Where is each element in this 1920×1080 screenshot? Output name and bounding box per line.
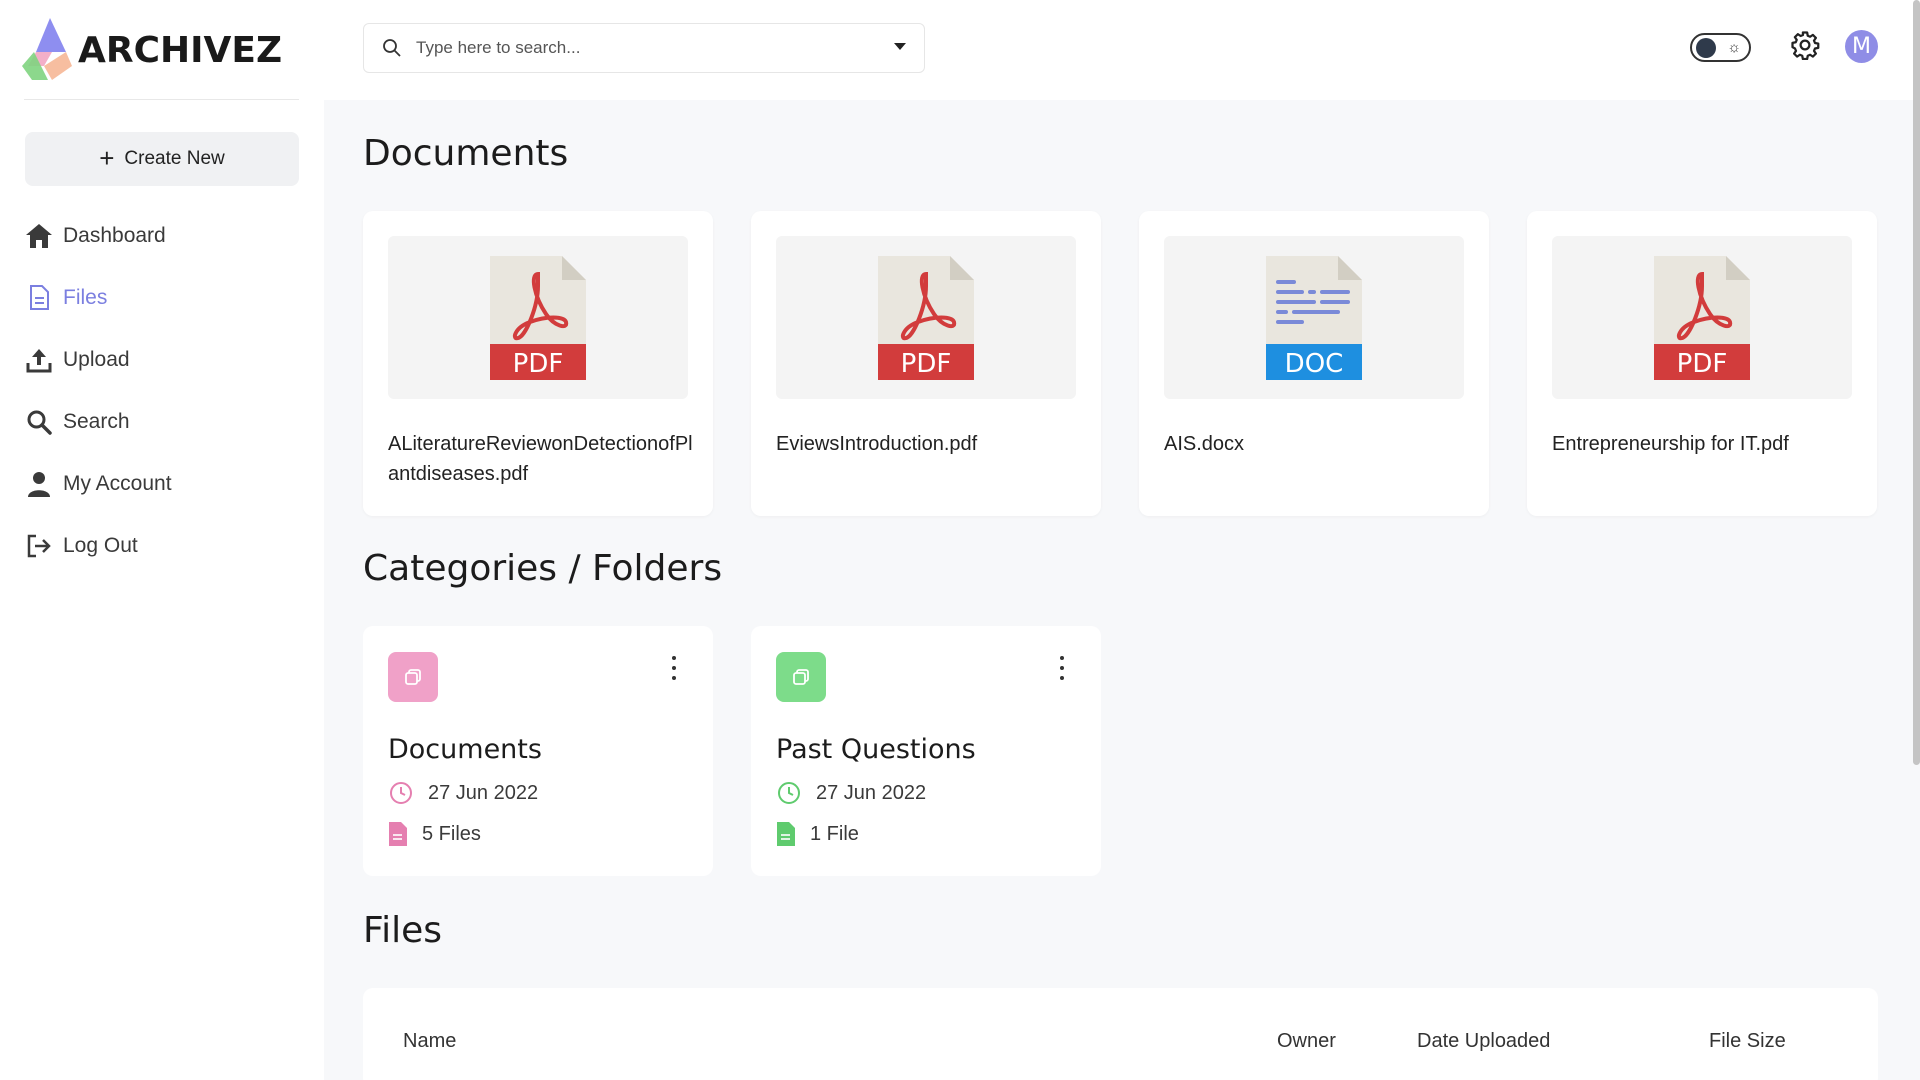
folder-icon: [776, 652, 826, 702]
document-thumbnail: PDF: [1552, 236, 1852, 399]
folder-name: Documents: [388, 734, 542, 765]
folder-card[interactable]: Documents 27 Jun 2022 5 Files: [363, 626, 713, 876]
divider: [24, 99, 299, 100]
svg-text:PDF: PDF: [1677, 349, 1728, 379]
home-icon: [24, 221, 54, 251]
folder-name: Past Questions: [776, 734, 976, 765]
pdf-file-icon: PDF: [1654, 256, 1750, 380]
document-card[interactable]: PDF ALiteratureReviewonDetectionofPlantd…: [363, 211, 713, 516]
documents-title: Documents: [363, 133, 569, 174]
files-table: Name Owner Date Uploaded File Size: [363, 988, 1878, 1080]
chevron-down-icon[interactable]: [894, 43, 906, 50]
create-new-label: Create New: [124, 148, 225, 169]
document-thumbnail: PDF: [776, 236, 1076, 399]
document-card[interactable]: DOC AIS.docx: [1139, 211, 1489, 516]
folder-icon: [388, 652, 438, 702]
document-card[interactable]: PDF EviewsIntroduction.pdf: [751, 211, 1101, 516]
sidebar-item-search[interactable]: Search: [24, 391, 304, 453]
avatar[interactable]: M: [1845, 30, 1878, 63]
search-input[interactable]: [416, 38, 856, 58]
pdf-file-icon: PDF: [878, 256, 974, 380]
folder-file-count: 5 Files: [422, 822, 481, 845]
search-bar[interactable]: [363, 23, 925, 73]
sidebar-item-label: Upload: [63, 348, 130, 371]
search-icon: [24, 407, 54, 437]
app-logo[interactable]: ARCHIVEZ: [22, 18, 282, 82]
folder-count-row: 1 File: [776, 821, 859, 847]
logout-icon: [24, 531, 54, 561]
svg-text:DOC: DOC: [1285, 349, 1344, 379]
sidebar-nav: Dashboard Files Upload Search My Account: [24, 205, 304, 577]
plus-icon: +: [99, 142, 115, 173]
document-card[interactable]: PDF Entrepreneurship for IT.pdf: [1527, 211, 1877, 516]
folder-date: 27 Jun 2022: [816, 781, 927, 804]
folder-date-row: 27 Jun 2022: [776, 780, 926, 806]
folders-title: Categories / Folders: [363, 548, 723, 589]
scrollbar[interactable]: [1913, 0, 1920, 765]
folder-card[interactable]: Past Questions 27 Jun 2022 1 File: [751, 626, 1101, 876]
toggle-knob: [1696, 38, 1716, 58]
folder-date-row: 27 Jun 2022: [388, 780, 538, 806]
sidebar-item-upload[interactable]: Upload: [24, 329, 304, 391]
document-thumbnail: DOC: [1164, 236, 1464, 399]
clock-icon: [776, 780, 802, 806]
column-header-date-uploaded[interactable]: Date Uploaded: [1417, 1030, 1550, 1053]
more-options-icon[interactable]: [1057, 656, 1067, 680]
app-name: ARCHIVEZ: [78, 29, 283, 71]
sidebar-item-label: Search: [63, 410, 130, 433]
sidebar-item-files[interactable]: Files: [24, 267, 304, 329]
user-icon: [24, 469, 54, 499]
column-header-owner[interactable]: Owner: [1277, 1030, 1336, 1053]
file-icon: [388, 821, 408, 847]
svg-text:PDF: PDF: [901, 349, 952, 379]
file-icon: [776, 821, 796, 847]
sun-icon: ☼: [1727, 39, 1741, 56]
folder-file-count: 1 File: [810, 822, 859, 845]
document-name: ALiteratureReviewonDetectionofPlantdisea…: [388, 433, 693, 485]
sidebar-item-label: Log Out: [63, 534, 138, 557]
search-icon: [383, 39, 401, 57]
theme-toggle[interactable]: ☼: [1690, 33, 1751, 62]
create-new-button[interactable]: + Create New: [25, 132, 299, 186]
document-name: Entrepreneurship for IT.pdf: [1552, 433, 1789, 455]
topbar: ☼ M: [324, 0, 1920, 100]
sidebar-item-label: Dashboard: [63, 224, 166, 247]
doc-file-icon: DOC: [1266, 256, 1362, 380]
sidebar-item-label: Files: [63, 286, 108, 309]
svg-text:PDF: PDF: [513, 349, 564, 379]
file-icon: [24, 283, 54, 313]
sidebar: ARCHIVEZ + Create New Dashboard Files Up…: [0, 0, 324, 1080]
column-header-file-size[interactable]: File Size: [1709, 1030, 1786, 1053]
sidebar-item-log-out[interactable]: Log Out: [24, 515, 304, 577]
clock-icon: [388, 780, 414, 806]
sidebar-item-dashboard[interactable]: Dashboard: [24, 205, 304, 267]
more-options-icon[interactable]: [669, 656, 679, 680]
folder-date: 27 Jun 2022: [428, 781, 539, 804]
files-title: Files: [363, 910, 442, 951]
gear-icon[interactable]: [1790, 30, 1820, 60]
upload-icon: [24, 345, 54, 375]
sidebar-item-label: My Account: [63, 472, 172, 495]
document-thumbnail: PDF: [388, 236, 688, 399]
pdf-file-icon: PDF: [490, 256, 586, 380]
column-header-name[interactable]: Name: [403, 1030, 456, 1053]
document-name: AIS.docx: [1164, 433, 1245, 455]
folder-count-row: 5 Files: [388, 821, 481, 847]
document-name: EviewsIntroduction.pdf: [776, 433, 978, 455]
logo-mark-icon: [22, 18, 72, 80]
sidebar-item-my-account[interactable]: My Account: [24, 453, 304, 515]
